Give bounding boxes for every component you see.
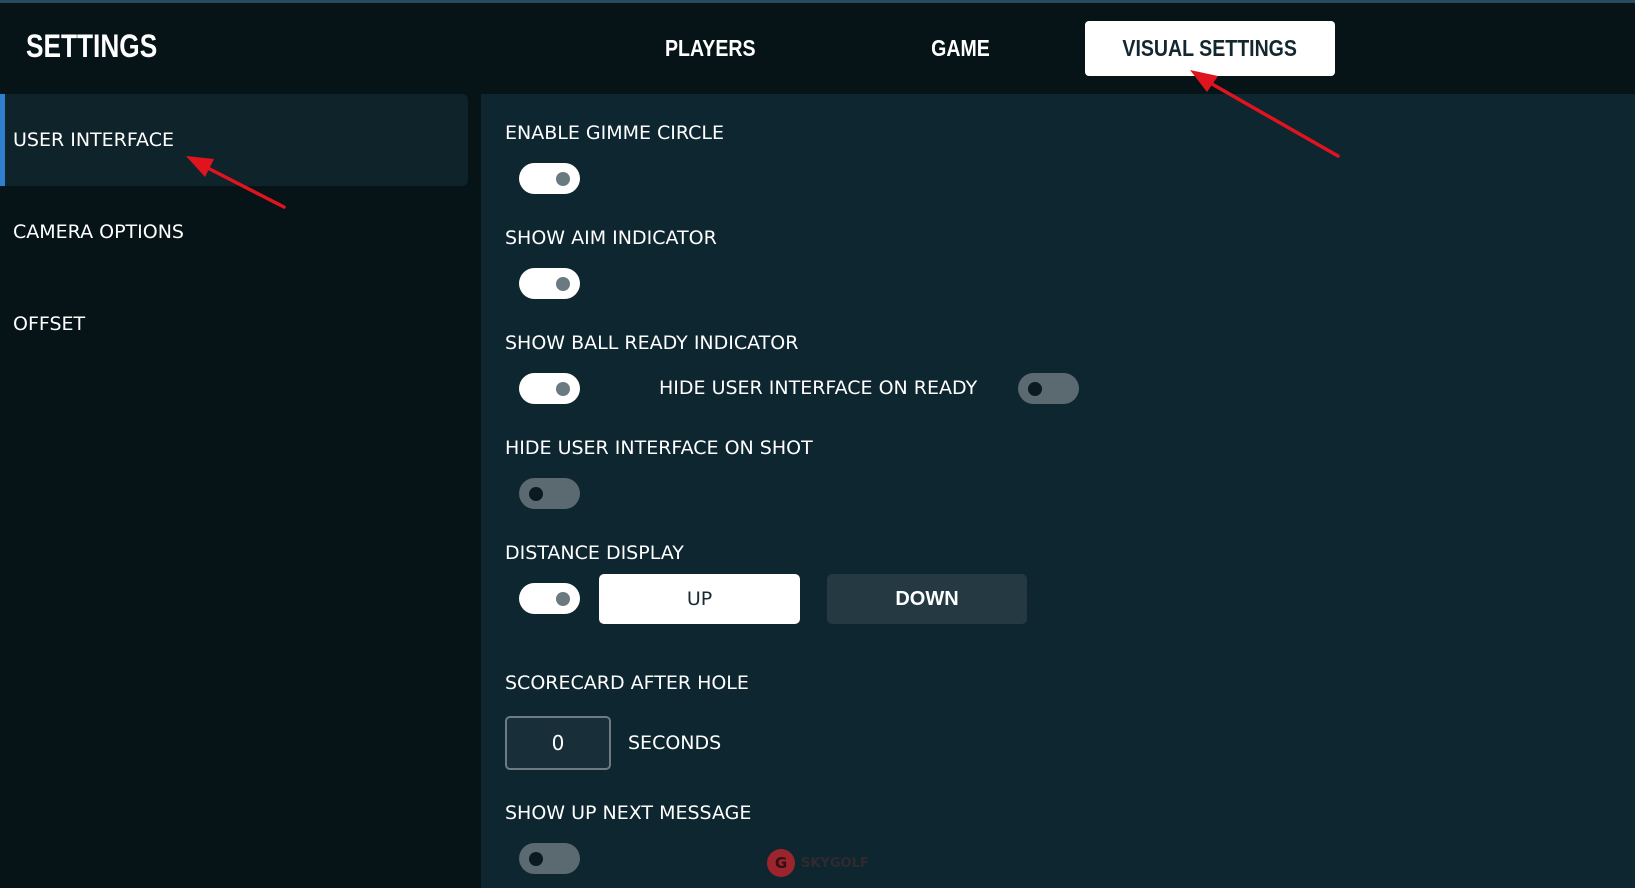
top-border-line <box>0 0 1635 3</box>
tab-game[interactable]: GAME <box>880 21 1040 76</box>
hide-ui-on-shot-label: HIDE USER INTERFACE ON SHOT <box>505 437 813 459</box>
tab-visual-settings-label: VISUAL SETTINGS <box>1122 35 1298 61</box>
distance-down-button[interactable]: DOWN <box>827 574 1027 624</box>
sidebar: USER INTERFACE CAMERA OPTIONS OFFSET <box>0 94 468 888</box>
sidebar-item-offset[interactable]: OFFSET <box>0 278 468 370</box>
scorecard-after-hole-label: SCORECARD AFTER HOLE <box>505 672 749 694</box>
seconds-unit-label: SECONDS <box>628 732 722 754</box>
distance-display-toggle[interactable] <box>519 583 580 614</box>
gimme-circle-toggle[interactable] <box>519 163 580 194</box>
gimme-circle-label: ENABLE GIMME CIRCLE <box>505 122 725 144</box>
sidebar-item-user-interface[interactable]: USER INTERFACE <box>0 94 468 186</box>
toggle-knob <box>529 487 543 501</box>
tab-players-label: PLAYERS <box>664 35 756 61</box>
up-next-message-toggle[interactable] <box>519 843 580 874</box>
tab-visual-settings[interactable]: VISUAL SETTINGS <box>1085 21 1335 76</box>
toggle-knob <box>556 382 570 396</box>
toggle-knob <box>1028 382 1042 396</box>
up-next-message-label: SHOW UP NEXT MESSAGE <box>505 802 752 824</box>
watermark-text: SKYGOLF <box>801 855 869 871</box>
aim-indicator-label: SHOW AIM INDICATOR <box>505 227 717 249</box>
scorecard-seconds-input[interactable]: 0 <box>505 716 611 770</box>
sidebar-item-camera-options[interactable]: CAMERA OPTIONS <box>0 186 468 278</box>
distance-display-label: DISTANCE DISPLAY <box>505 542 684 564</box>
settings-panel: ENABLE GIMME CIRCLE SHOW AIM INDICATOR S… <box>481 94 1635 888</box>
tab-players[interactable]: PLAYERS <box>630 21 790 76</box>
aim-indicator-toggle[interactable] <box>519 268 580 299</box>
toggle-knob <box>556 277 570 291</box>
sidebar-item-label: OFFSET <box>13 313 86 335</box>
distance-up-button[interactable]: UP <box>599 574 800 624</box>
sidebar-item-label: CAMERA OPTIONS <box>13 221 184 243</box>
skygolf-watermark: G SKYGOLF <box>767 849 869 877</box>
tab-game-label: GAME <box>930 35 990 61</box>
ball-ready-indicator-label: SHOW BALL READY INDICATOR <box>505 332 799 354</box>
ball-ready-indicator-toggle[interactable] <box>519 373 580 404</box>
sidebar-item-label: USER INTERFACE <box>13 129 174 151</box>
hide-ui-on-ready-toggle[interactable] <box>1018 373 1079 404</box>
skygolf-logo-icon: G <box>767 849 795 877</box>
toggle-knob <box>556 592 570 606</box>
toggle-knob <box>529 852 543 866</box>
toggle-knob <box>556 172 570 186</box>
hide-ui-on-ready-label: HIDE USER INTERFACE ON READY <box>659 377 978 399</box>
hide-ui-on-shot-toggle[interactable] <box>519 478 580 509</box>
page-title: SETTINGS <box>26 28 158 64</box>
